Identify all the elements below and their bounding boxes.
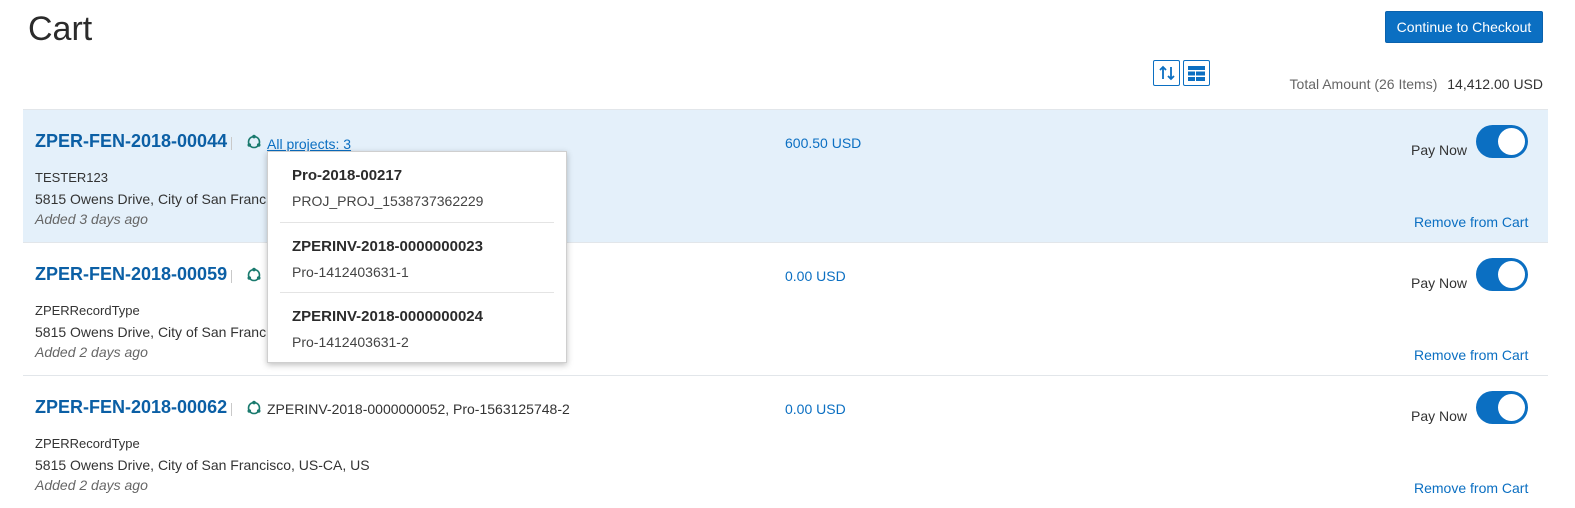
projects-icon: [247, 134, 261, 149]
popup-project-item[interactable]: ZPERINV-2018-0000000023 Pro-1412403631-1: [280, 222, 554, 292]
popup-item-title: Pro-2018-00217: [292, 167, 403, 184]
toggle-knob: [1498, 128, 1525, 155]
popup-project-item[interactable]: ZPERINV-2018-0000000024 Pro-1412403631-2: [280, 292, 554, 362]
record-type: ZPERRecordType: [35, 303, 140, 318]
remove-from-cart-link[interactable]: Remove from Cart: [1414, 480, 1528, 496]
page-title: Cart: [28, 10, 93, 48]
separator: [231, 403, 232, 416]
remove-from-cart-link[interactable]: Remove from Cart: [1414, 347, 1528, 363]
record-amount: 0.00 USD: [785, 401, 846, 417]
cart-row: ZPER-FEN-2018-00044 All projects: 3 TEST…: [23, 109, 1548, 242]
pay-now-label: Pay Now: [1411, 275, 1468, 291]
continue-to-checkout-button[interactable]: Continue to Checkout: [1385, 11, 1543, 43]
record-amount: 600.50 USD: [785, 135, 862, 151]
toggle-knob: [1498, 261, 1525, 288]
projects-icon: [247, 267, 261, 282]
record-address: 5815 Owens Drive, City of San Francis: [35, 191, 277, 207]
toggle-knob: [1498, 394, 1525, 421]
record-address: 5815 Owens Drive, City of San Francis: [35, 324, 277, 340]
record-address: 5815 Owens Drive, City of San Francisco,…: [35, 457, 370, 473]
popup-project-item[interactable]: Pro-2018-00217 PROJ_PROJ_1538737362229: [280, 152, 554, 222]
popup-item-subtitle: Pro-1412403631-1: [292, 264, 409, 280]
sort-button[interactable]: [1153, 60, 1180, 86]
total-amount: Total Amount (26 Items) 14,412.00 USD: [1290, 76, 1543, 92]
pay-now-label: Pay Now: [1411, 408, 1468, 424]
table-view-button[interactable]: [1183, 60, 1210, 86]
all-projects-link[interactable]: All projects: 3: [267, 136, 351, 152]
record-id-link[interactable]: ZPER-FEN-2018-00044: [35, 131, 227, 152]
pay-now-toggle[interactable]: [1476, 258, 1528, 291]
cart-row: ZPER-FEN-2018-00059 ZPERRecordType 5815 …: [23, 242, 1548, 375]
total-amount-value: 14,412.00 USD: [1447, 76, 1543, 92]
record-type: TESTER123: [35, 170, 108, 185]
cart-row: ZPER-FEN-2018-00062 ZPERINV-2018-0000000…: [23, 375, 1548, 508]
projects-popup: Pro-2018-00217 PROJ_PROJ_1538737362229 Z…: [267, 151, 567, 363]
projects-list: ZPERINV-2018-0000000052, Pro-1563125748-…: [267, 401, 570, 417]
projects-icon: [247, 400, 261, 415]
pay-now-label: Pay Now: [1411, 142, 1468, 158]
table-view-icon: [1188, 65, 1205, 81]
popup-item-subtitle: Pro-1412403631-2: [292, 334, 409, 350]
sort-arrows-icon: [1158, 65, 1175, 81]
total-amount-label: Total Amount (26 Items): [1289, 76, 1438, 92]
record-added-date: Added 2 days ago: [35, 344, 148, 360]
popup-item-title: ZPERINV-2018-0000000023: [292, 238, 483, 255]
record-type: ZPERRecordType: [35, 436, 140, 451]
pay-now-toggle[interactable]: [1476, 391, 1528, 424]
remove-from-cart-link[interactable]: Remove from Cart: [1414, 214, 1528, 230]
record-id-link[interactable]: ZPER-FEN-2018-00062: [35, 397, 227, 418]
separator: [231, 137, 232, 150]
record-id-link[interactable]: ZPER-FEN-2018-00059: [35, 264, 227, 285]
record-amount: 0.00 USD: [785, 268, 846, 284]
popup-item-title: ZPERINV-2018-0000000024: [292, 308, 483, 325]
record-added-date: Added 3 days ago: [35, 211, 148, 227]
record-added-date: Added 2 days ago: [35, 477, 148, 493]
pay-now-toggle[interactable]: [1476, 125, 1528, 158]
popup-item-subtitle: PROJ_PROJ_1538737362229: [292, 193, 484, 209]
separator: [231, 270, 232, 283]
